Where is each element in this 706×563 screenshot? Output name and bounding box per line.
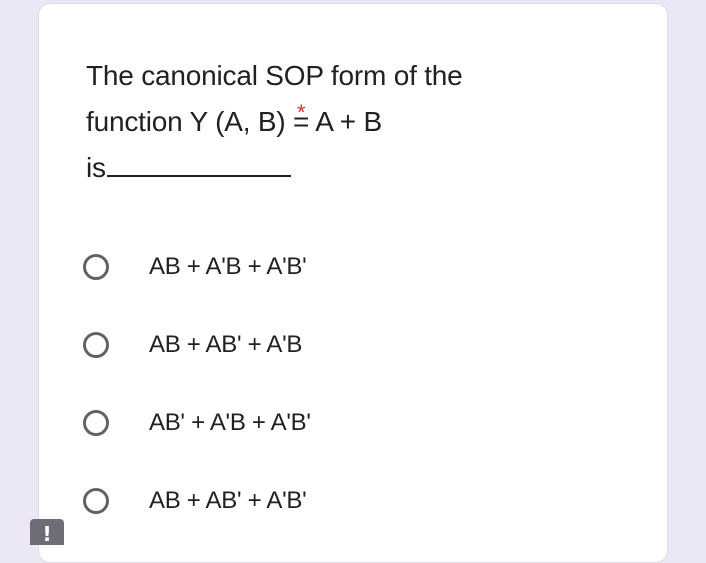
- radio-button[interactable]: [83, 410, 109, 436]
- option-label: AB + AB' + A'B': [149, 487, 307, 514]
- question-line-3-prefix: is: [86, 152, 106, 183]
- answer-blank: [106, 167, 291, 177]
- question-text: The canonical SOP form of the function Y…: [86, 53, 556, 191]
- option-1[interactable]: AB + A'B + A'B': [83, 247, 307, 287]
- question-line-2: function Y (A, B) = A + B: [86, 106, 382, 137]
- option-label: AB + AB' + A'B: [149, 331, 303, 358]
- option-4[interactable]: AB + AB' + A'B': [83, 481, 307, 521]
- question-line-1: The canonical SOP form of the: [86, 60, 463, 91]
- option-3[interactable]: AB' + A'B + A'B': [83, 403, 311, 443]
- question-card: The canonical SOP form of the function Y…: [38, 3, 668, 563]
- option-label: AB + A'B + A'B': [149, 253, 307, 280]
- exclamation-icon[interactable]: !: [30, 519, 64, 546]
- radio-button[interactable]: [83, 254, 109, 280]
- radio-button[interactable]: [83, 488, 109, 514]
- option-label: AB' + A'B + A'B': [149, 409, 311, 436]
- question-line-3: is: [86, 145, 556, 191]
- required-asterisk: *: [297, 100, 306, 125]
- option-2[interactable]: AB + AB' + A'B: [83, 325, 302, 365]
- radio-button[interactable]: [83, 332, 109, 358]
